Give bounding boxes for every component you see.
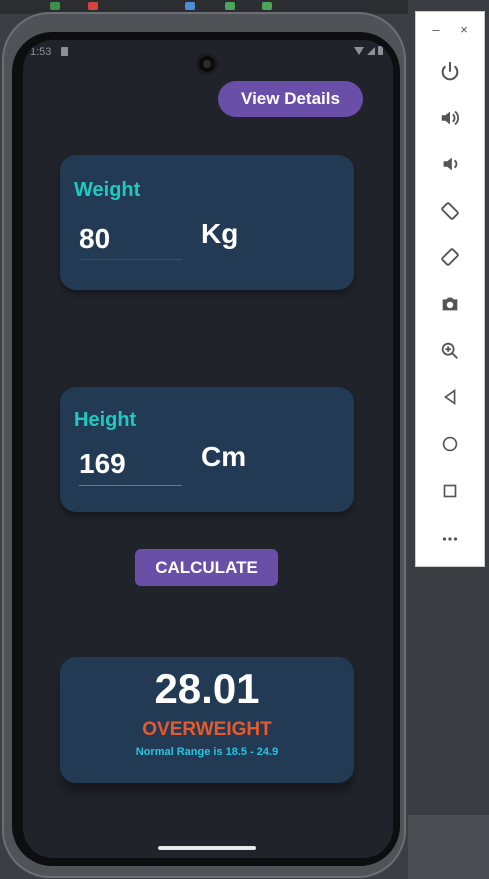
wifi-icon [354,46,364,55]
weight-unit: Kg [201,218,239,249]
emulator-window-controls: – × [416,22,484,37]
ide-toolbar-icon[interactable] [262,2,272,10]
rotate-left-icon[interactable] [437,198,463,224]
battery-icon [378,46,383,55]
bmi-value: 28.01 [154,665,260,712]
phone-frame: 1:53 View Details Weight 80 Kg Height 16… [2,12,406,878]
ide-background-panel [408,815,489,879]
zoom-icon[interactable] [437,338,463,364]
status-icons [354,46,383,55]
status-time: 1:53 [30,46,52,58]
volume-down-icon[interactable] [437,151,463,177]
normal-range-text: Normal Range is 18.5 - 24.9 [135,746,279,758]
back-icon[interactable] [437,384,463,410]
calculate-button[interactable]: CALCULATE [135,549,278,586]
overview-icon[interactable] [437,478,463,504]
camera-icon[interactable] [437,291,463,317]
phone-bezel: 1:53 View Details Weight 80 Kg Height 16… [12,32,400,866]
close-button[interactable]: × [456,22,472,37]
height-card: Height 169 Cm [60,387,354,512]
height-input[interactable]: 169 [79,448,126,480]
power-icon[interactable] [437,58,463,84]
sim-icon [61,47,68,56]
view-details-button[interactable]: View Details [218,81,363,117]
weight-label: Weight [74,179,141,201]
volume-up-icon[interactable] [437,105,463,131]
more-icon[interactable] [437,526,463,552]
home-icon[interactable] [437,431,463,457]
minimize-button[interactable]: – [428,22,444,37]
rotate-right-icon[interactable] [437,244,463,270]
weight-input[interactable]: 80 [79,223,110,255]
ide-toolbar-icon[interactable] [50,2,60,10]
ide-stop-icon[interactable] [88,2,98,10]
front-camera [196,53,218,75]
ide-toolbar-icon[interactable] [185,2,195,10]
weight-input-underline [79,259,182,260]
signal-icon [367,46,375,55]
emulator-toolbar: – × [415,11,485,567]
result-card: 28.01 OVERWEIGHT Normal Range is 18.5 - … [60,657,354,783]
phone-screen: 1:53 View Details Weight 80 Kg Height 16… [23,40,393,858]
ide-toolbar-icon[interactable] [225,2,235,10]
weight-card: Weight 80 Kg [60,155,354,290]
height-input-underline [79,485,182,486]
height-unit: Cm [201,441,247,472]
gesture-home-bar[interactable] [158,846,256,850]
height-label: Height [74,409,137,431]
bmi-status: OVERWEIGHT [142,719,272,740]
